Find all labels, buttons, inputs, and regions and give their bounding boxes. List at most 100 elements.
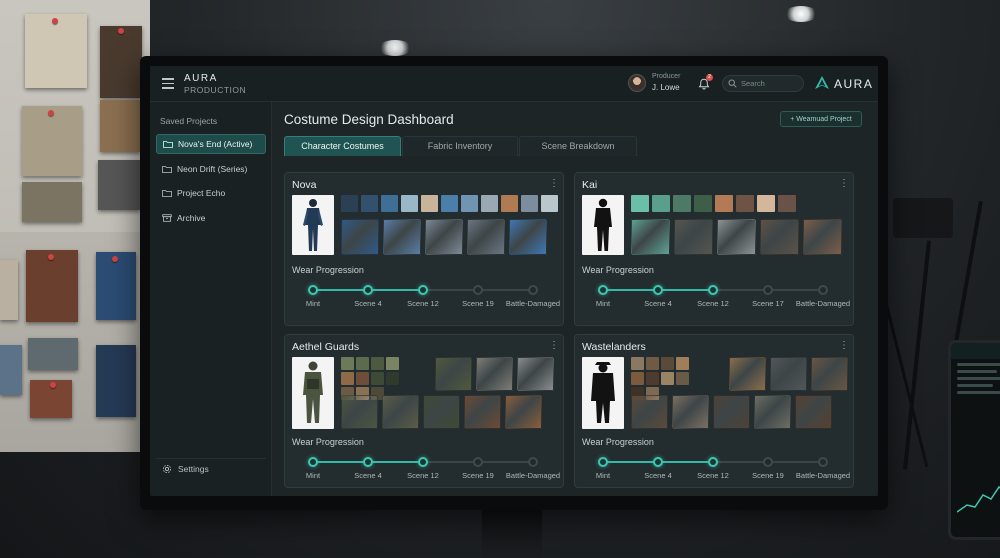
fabric-texture[interactable] [795,395,832,429]
color-swatch[interactable] [631,357,644,370]
color-swatch[interactable] [676,357,689,370]
color-swatch[interactable] [356,372,369,385]
wear-stage-node[interactable] [308,457,318,467]
color-swatch[interactable] [757,195,775,212]
more-options-icon[interactable]: ⋮ [839,341,849,353]
wear-stage-node[interactable] [363,285,373,295]
fabric-texture[interactable] [423,395,460,429]
color-swatch[interactable] [341,357,354,370]
fabric-texture[interactable] [770,357,807,391]
wear-stage-node[interactable] [473,457,483,467]
wear-stage-node[interactable] [473,285,483,295]
wear-stage-node[interactable] [528,285,538,295]
color-swatch[interactable] [371,372,384,385]
character-portrait[interactable] [582,357,624,429]
color-swatch[interactable] [386,357,399,370]
color-swatch[interactable] [356,357,369,370]
wear-stage-node[interactable] [708,285,718,295]
fabric-texture[interactable] [341,219,379,255]
color-swatch[interactable] [736,195,754,212]
sidebar-item-project-echo[interactable]: Project Echo [156,183,266,203]
fabric-texture[interactable] [435,357,472,391]
fabric-texture[interactable] [517,357,554,391]
color-swatch[interactable] [341,372,354,385]
fabric-texture[interactable] [754,395,791,429]
color-swatch[interactable] [673,195,691,212]
fabric-texture[interactable] [341,395,378,429]
new-project-button[interactable]: + Weamuad Project [780,111,862,127]
avatar[interactable] [628,74,646,92]
wear-stage-node[interactable] [363,457,373,467]
fabric-texture[interactable] [717,219,756,255]
wear-stage-node[interactable] [598,285,608,295]
color-swatch[interactable] [661,357,674,370]
color-swatch[interactable] [461,195,478,212]
more-options-icon[interactable]: ⋮ [549,341,559,353]
fabric-texture[interactable] [803,219,842,255]
color-swatch[interactable] [652,195,670,212]
fabric-texture[interactable] [509,219,547,255]
wear-stage-node[interactable] [763,457,773,467]
fabric-texture[interactable] [713,395,750,429]
color-swatch[interactable] [386,372,399,385]
tab-fabric-inventory[interactable]: Fabric Inventory [402,136,518,156]
color-swatch[interactable] [676,372,689,385]
color-swatch[interactable] [778,195,796,212]
more-options-icon[interactable]: ⋮ [839,179,849,191]
fabric-texture[interactable] [674,219,713,255]
more-options-icon[interactable]: ⋮ [549,179,559,191]
settings-button[interactable]: Settings [156,458,266,478]
color-swatch[interactable] [441,195,458,212]
color-swatch[interactable] [401,195,418,212]
color-swatch[interactable] [521,195,538,212]
fabric-texture[interactable] [760,219,799,255]
fabric-texture[interactable] [425,219,463,255]
fabric-texture[interactable] [383,219,421,255]
fabric-texture[interactable] [631,219,670,255]
color-swatch[interactable] [361,195,378,212]
fabric-texture[interactable] [382,395,419,429]
wear-stage-node[interactable] [308,285,318,295]
wear-stage-node[interactable] [418,285,428,295]
fabric-texture[interactable] [631,395,668,429]
color-swatch[interactable] [371,357,384,370]
fabric-texture[interactable] [467,219,505,255]
color-swatch[interactable] [715,195,733,212]
character-portrait[interactable] [292,195,334,255]
color-swatch[interactable] [646,372,659,385]
color-swatch[interactable] [481,195,498,212]
wear-stage-node[interactable] [708,457,718,467]
wear-stage-node[interactable] [818,285,828,295]
fabric-texture[interactable] [476,357,513,391]
color-swatch[interactable] [661,372,674,385]
fabric-texture[interactable] [811,357,848,391]
wear-stage-node[interactable] [418,457,428,467]
color-swatch[interactable] [694,195,712,212]
color-swatch[interactable] [541,195,558,212]
color-swatch[interactable] [381,195,398,212]
wear-stage-node[interactable] [818,457,828,467]
tab-scene-breakdown[interactable]: Scene Breakdown [519,136,637,156]
character-portrait[interactable] [582,195,624,255]
wear-stage-node[interactable] [763,285,773,295]
wear-stage-node[interactable] [653,285,663,295]
color-swatch[interactable] [646,357,659,370]
color-swatch[interactable] [631,195,649,212]
fabric-texture[interactable] [464,395,501,429]
color-swatch[interactable] [421,195,438,212]
fabric-texture[interactable] [672,395,709,429]
fabric-texture[interactable] [729,357,766,391]
wear-stage-node[interactable] [528,457,538,467]
color-swatch[interactable] [341,195,358,212]
fabric-texture[interactable] [505,395,542,429]
menu-icon[interactable] [162,78,174,89]
wear-stage-node[interactable] [598,457,608,467]
wear-stage-node[interactable] [653,457,663,467]
tab-character-costumes[interactable]: Character Costumes [284,136,401,156]
sidebar-item-novas-end[interactable]: Nova's End (Active) [156,134,266,154]
color-swatch[interactable] [631,372,644,385]
character-portrait[interactable] [292,357,334,429]
sidebar-item-neon-drift[interactable]: Neon Drift (Series) [156,159,266,179]
sidebar-item-archive[interactable]: Archive [156,208,266,228]
color-swatch[interactable] [501,195,518,212]
